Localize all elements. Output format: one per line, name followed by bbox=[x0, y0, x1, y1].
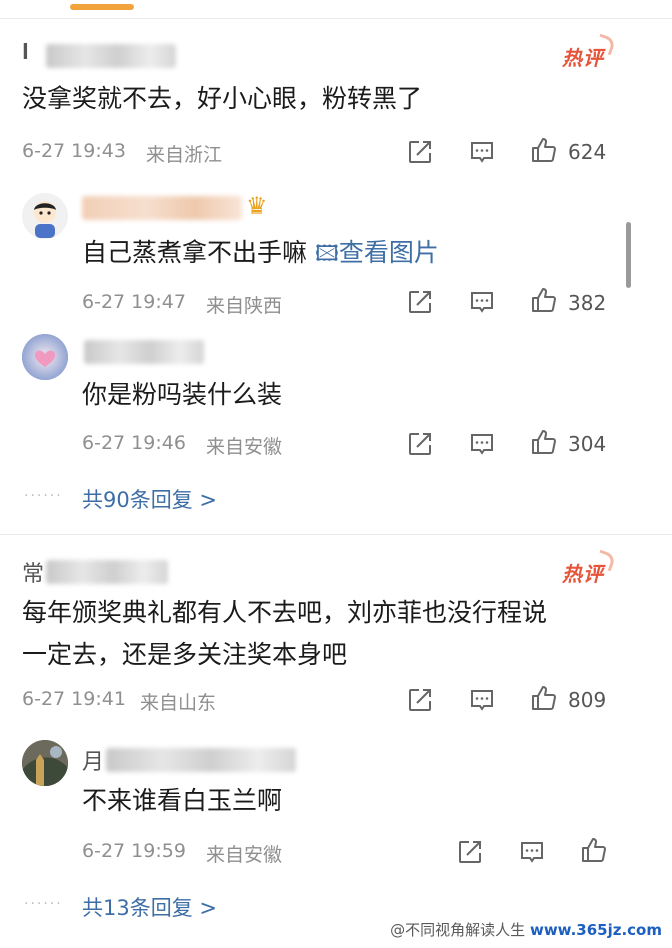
comment-text: 没拿奖就不去，好小心眼，粉转黑了 bbox=[22, 84, 423, 113]
comment-time: 6-27 19:41 bbox=[22, 688, 126, 710]
comment-icon[interactable] bbox=[468, 686, 496, 714]
like-count: 624 bbox=[568, 140, 607, 164]
username-initial[interactable]: 月 bbox=[82, 744, 104, 776]
watermark-site: www.365jz.com bbox=[529, 921, 662, 939]
view-image-label: 查看图片 bbox=[338, 238, 439, 267]
comment-location: 来自山东 bbox=[140, 692, 217, 714]
comment-divider bbox=[0, 534, 672, 535]
view-image-link[interactable]: 🖾查看图片 bbox=[315, 238, 439, 267]
username-initial[interactable]: 常 bbox=[22, 556, 44, 588]
view-replies-link[interactable]: 共90条回复 > bbox=[82, 484, 217, 514]
crown-icon: ♛ bbox=[246, 192, 268, 220]
comment-text-line: 每年颁奖典礼都有人不去吧，刘亦菲也没行程说 bbox=[22, 598, 548, 627]
blurred-username[interactable] bbox=[106, 748, 296, 772]
blurred-username[interactable] bbox=[82, 196, 242, 220]
reply-time: 6-27 19:46 bbox=[82, 432, 186, 454]
share-icon[interactable] bbox=[406, 288, 434, 316]
reply-location: 来自陕西 bbox=[206, 295, 283, 317]
blurred-username[interactable] bbox=[84, 340, 204, 364]
like-icon[interactable] bbox=[530, 684, 558, 712]
like-count: 809 bbox=[568, 688, 607, 712]
top-divider bbox=[0, 18, 672, 19]
view-replies-link[interactable]: 共13条回复 > bbox=[82, 892, 217, 922]
scrollbar[interactable] bbox=[626, 222, 631, 288]
tab-indicator bbox=[70, 4, 134, 10]
reply-text: 自己蒸煮拿不出手嘛 🖾查看图片 bbox=[82, 232, 439, 276]
comment-icon[interactable] bbox=[468, 288, 496, 316]
like-icon[interactable] bbox=[530, 428, 558, 456]
avatar[interactable] bbox=[22, 334, 68, 380]
hot-comment-badge: 热评 bbox=[562, 42, 604, 71]
avatar[interactable] bbox=[22, 740, 68, 786]
avatar[interactable] bbox=[22, 193, 68, 239]
comment-time: 6-27 19:43 bbox=[22, 140, 126, 162]
share-icon[interactable] bbox=[406, 686, 434, 714]
like-icon[interactable] bbox=[580, 836, 608, 864]
reply-location: 来自安徽 bbox=[206, 436, 283, 458]
watermark-text: @不同视角解读人生 bbox=[390, 921, 526, 939]
reply-text: 不来谁看白玉兰啊 bbox=[82, 786, 283, 815]
more-dots: ······ bbox=[24, 896, 63, 912]
reply-text-body: 自己蒸煮拿不出手嘛 bbox=[82, 238, 308, 267]
image-icon: 🖾 bbox=[314, 242, 339, 267]
comment-icon[interactable] bbox=[468, 138, 496, 166]
like-icon[interactable] bbox=[530, 136, 558, 164]
blurred-username[interactable] bbox=[46, 560, 168, 584]
share-icon[interactable] bbox=[406, 430, 434, 458]
like-icon[interactable] bbox=[530, 286, 558, 314]
hot-comment-badge: 热评 bbox=[562, 558, 604, 587]
reply-location: 来自安徽 bbox=[206, 844, 283, 866]
more-dots: ······ bbox=[24, 488, 63, 504]
comment-location: 来自浙江 bbox=[146, 144, 223, 166]
like-count: 304 bbox=[568, 432, 607, 456]
share-icon[interactable] bbox=[406, 138, 434, 166]
watermark: @不同视角解读人生 www.365jz.com bbox=[390, 919, 662, 940]
reply-time: 6-27 19:59 bbox=[82, 840, 186, 862]
reply-text: 你是粉吗装什么装 bbox=[82, 380, 283, 409]
comment-icon[interactable] bbox=[468, 430, 496, 458]
reply-time: 6-27 19:47 bbox=[82, 291, 186, 313]
share-icon[interactable] bbox=[456, 838, 484, 866]
blurred-username[interactable] bbox=[46, 44, 176, 68]
username-initial[interactable]: 𝐈 bbox=[22, 40, 29, 65]
like-count: 382 bbox=[568, 291, 607, 315]
comment-icon[interactable] bbox=[518, 838, 546, 866]
comment-text-line: 一定去，还是多关注奖本身吧 bbox=[22, 640, 348, 669]
